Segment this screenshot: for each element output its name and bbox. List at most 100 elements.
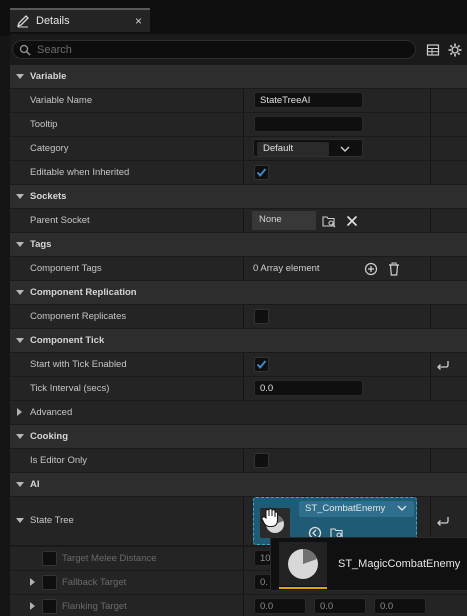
column-divider — [243, 595, 244, 616]
popup-asset-name: ST_MagicCombatEnemy — [338, 558, 461, 570]
property-editor-only: Is Editor Only — [10, 449, 467, 472]
popup-thumbnail — [279, 542, 327, 586]
editor-only-checkbox[interactable] — [254, 453, 269, 468]
flanking-y-field[interactable]: 0.0 — [314, 598, 366, 614]
category-variable[interactable]: Variable — [10, 65, 467, 88]
column-divider — [243, 449, 244, 472]
flanking-z-field[interactable]: 0.0 — [374, 598, 426, 614]
property-category: Category Default — [10, 137, 467, 160]
column-divider — [243, 377, 244, 400]
property-component-tags: Component Tags 0 Array element — [10, 257, 467, 280]
browse-socket-icon[interactable] — [322, 214, 336, 228]
property-flanking-target: Flanking Target 0.0 0.0 0.0 — [10, 595, 467, 616]
variable-name-field[interactable]: StateTreeAI — [254, 92, 363, 108]
advanced-label: Advanced — [30, 407, 73, 418]
hand-cursor-icon — [261, 508, 278, 527]
property-label: Variable Name — [30, 95, 93, 106]
column-divider — [243, 161, 244, 184]
tab-title: Details — [36, 15, 70, 27]
column-divider — [430, 113, 431, 136]
reset-to-default-icon[interactable] — [436, 360, 450, 370]
chevron-down-icon — [397, 505, 407, 511]
flanking-target-checkbox[interactable] — [42, 599, 57, 614]
category-component-tick[interactable]: Component Tick — [10, 329, 467, 352]
column-divider — [243, 353, 244, 376]
property-label: Start with Tick Enabled — [30, 359, 127, 370]
property-component-replicates: Component Replicates — [10, 305, 467, 328]
property-label: Is Editor Only — [30, 455, 88, 466]
property-label: Tooltip — [30, 119, 58, 130]
editable-inherited-checkbox[interactable] — [254, 165, 269, 180]
column-divider — [430, 89, 431, 112]
category-cooking[interactable]: Cooking — [10, 425, 467, 448]
table-view-icon[interactable] — [426, 43, 440, 57]
property-label: Tick Interval (secs) — [30, 383, 110, 394]
property-parent-socket: Parent Socket None — [10, 209, 467, 232]
property-variable-name: Variable Name StateTreeAI — [10, 89, 467, 112]
column-divider — [243, 209, 244, 232]
column-divider — [430, 257, 431, 280]
column-divider — [243, 305, 244, 328]
tab-bar: Details × — [0, 0, 467, 36]
expand-arrow-icon — [30, 602, 35, 610]
property-tooltip: Tooltip — [10, 113, 467, 136]
category-label: Component Tick — [30, 335, 105, 346]
trash-icon[interactable] — [387, 262, 401, 276]
fallback-target-checkbox[interactable] — [42, 575, 57, 590]
settings-gear-icon[interactable] — [448, 43, 462, 57]
property-label: Component Tags — [30, 263, 102, 274]
tick-interval-field[interactable]: 0.0 — [254, 380, 363, 396]
column-divider — [430, 377, 431, 400]
collapse-arrow-icon — [16, 482, 24, 487]
parent-socket-value[interactable]: None — [252, 211, 316, 230]
chevron-down-icon — [340, 146, 350, 152]
column-divider — [243, 137, 244, 160]
tooltip-field[interactable] — [254, 116, 363, 132]
column-divider — [430, 137, 431, 160]
category-ai[interactable]: AI — [10, 473, 467, 496]
category-combo[interactable]: Default — [253, 139, 363, 157]
category-label: Tags — [30, 239, 52, 250]
column-divider — [430, 449, 431, 472]
property-tick-interval: Tick Interval (secs) 0.0 — [10, 377, 467, 400]
checkmark-icon — [256, 168, 267, 177]
category-tags[interactable]: Tags — [10, 233, 467, 256]
category-advanced[interactable]: Advanced — [10, 401, 467, 424]
drag-asset-tooltip: ST_MagicCombatEnemy — [270, 537, 467, 591]
search-placeholder: Search — [37, 43, 72, 56]
property-label: Target Melee Distance — [62, 553, 157, 564]
category-value: Default — [257, 142, 329, 156]
pie-asset-icon — [288, 549, 318, 579]
reset-to-default-icon[interactable] — [436, 516, 450, 526]
pencil-icon — [16, 15, 29, 28]
checkmark-icon — [256, 360, 267, 369]
start-tick-checkbox[interactable] — [254, 357, 269, 372]
column-divider — [243, 257, 244, 280]
tab-close-icon[interactable]: × — [135, 14, 142, 28]
category-component-replication[interactable]: Component Replication — [10, 281, 467, 304]
collapse-arrow-icon — [16, 434, 24, 439]
property-start-tick: Start with Tick Enabled — [10, 353, 467, 376]
clear-x-icon[interactable] — [345, 214, 359, 228]
column-divider — [243, 497, 244, 545]
search-input[interactable]: Search — [12, 40, 416, 59]
property-label: Parent Socket — [30, 215, 90, 226]
component-replicates-checkbox[interactable] — [254, 309, 269, 324]
category-sockets[interactable]: Sockets — [10, 185, 467, 208]
add-element-icon[interactable] — [364, 262, 378, 276]
flanking-x-field[interactable]: 0.0 — [254, 598, 306, 614]
collapse-arrow-icon — [16, 74, 24, 79]
details-tab[interactable]: Details × — [10, 8, 150, 32]
search-icon — [19, 44, 31, 55]
details-panel: Search Variable Variable Name StateTreeA… — [10, 34, 467, 616]
target-melee-checkbox[interactable] — [42, 551, 57, 566]
property-label: Editable when Inherited — [30, 167, 130, 178]
property-label: Category — [30, 143, 69, 154]
category-label: Cooking — [30, 431, 68, 442]
collapse-arrow-icon — [16, 518, 24, 523]
asset-type-bar — [279, 587, 327, 589]
expand-arrow-icon — [17, 408, 22, 416]
category-label: Sockets — [30, 191, 67, 202]
category-label: AI — [30, 479, 40, 490]
column-divider — [243, 547, 244, 570]
